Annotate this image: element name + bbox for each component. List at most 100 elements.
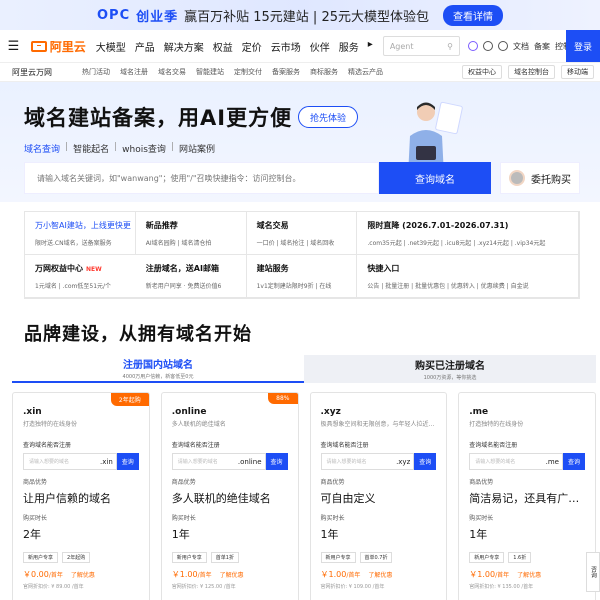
card-more-link[interactable]: 了解优惠: [220, 572, 244, 579]
subnav-link-trade[interactable]: 域名交易: [158, 67, 186, 77]
subnav-brand[interactable]: 阿里云万网: [12, 67, 82, 78]
tab-register-domain[interactable]: 注册国内站域名 4000万用户信赖，新客低至0元: [12, 355, 304, 383]
link-domain-query[interactable]: 域名查询: [24, 142, 60, 155]
card-tag[interactable]: 新用户专享: [320, 552, 356, 563]
grid-cell-site-service[interactable]: 建站服务 1v1定制建站限时9折 | 在线: [246, 255, 358, 298]
card-tag[interactable]: 首单1折: [210, 552, 239, 563]
card-query-button[interactable]: 查询: [116, 453, 139, 470]
nav-search-input[interactable]: Agent ⚲: [382, 36, 460, 56]
card-query-button[interactable]: 查询: [414, 453, 437, 470]
query-domain-button[interactable]: 查询域名: [379, 162, 491, 194]
card-more-link[interactable]: 了解优惠: [71, 572, 95, 579]
card-domain-input[interactable]: 请输入想要的域名 .me: [469, 453, 563, 470]
grid-cell-sub: AI域名园购 | 域名清仓拍: [145, 240, 212, 247]
login-button[interactable]: 登录: [566, 30, 600, 62]
nav-item-products[interactable]: 产品: [135, 39, 155, 54]
card-suffix: .me: [545, 457, 559, 466]
nav-more-icon[interactable]: ▸: [368, 39, 373, 54]
nav-item-pricing[interactable]: 定价: [242, 39, 262, 54]
grid-cell-price-drop[interactable]: 限时直降 (2026.7.01-2026.07.31) .com35元起 | .…: [357, 212, 579, 255]
card-dur: 1年: [320, 528, 339, 541]
nav-item-models[interactable]: 大模型: [96, 39, 126, 54]
logo-text: 阿里云: [49, 39, 86, 54]
card-more-link[interactable]: 了解优惠: [368, 572, 392, 579]
card-domain-input[interactable]: 请输入想要的域名 .xyz: [320, 453, 415, 470]
promo-banner[interactable]: OPC 创业季 赢百万补贴 15元建站 | 25元大模型体验包 查看详情: [0, 0, 600, 30]
card-tag[interactable]: 新用户专享: [23, 552, 59, 563]
domain-search-input[interactable]: 请输入域名关键词，如"wanwang"；使用"/"召唤快捷指令：访问控制台。: [24, 162, 379, 194]
tab-buy-registered[interactable]: 购买已注册域名 1000万资源，等你挑选: [304, 355, 596, 383]
card-query-button[interactable]: 查询: [265, 453, 288, 470]
domain-cards: 2年起购 .xin 打造独特的在线身份 查询域名能否注册 请输入想要的域名 .xi…: [12, 392, 596, 600]
card-tags: 新用户专享 2年起购: [23, 552, 139, 563]
consult-float-button[interactable]: 咨询: [586, 552, 600, 592]
domain-search-row: 请输入域名关键词，如"wanwang"；使用"/"召唤快捷指令：访问控制台。 查…: [24, 162, 580, 194]
subnav-link-register[interactable]: 域名注册: [120, 67, 148, 77]
nav-item-solutions[interactable]: 解决方案: [164, 39, 204, 54]
domain-card-xyz: .xyz 极具想象空间和无限创意，与年轻人拉近距离 查询域名能否注册 请输入想要…: [309, 392, 448, 600]
link-smart-naming[interactable]: 智能起名: [73, 142, 109, 155]
card-suffix: .online: [237, 457, 262, 466]
nav-items: 大模型 产品 解决方案 权益 定价 云市场 伙伴 服务 ▸: [96, 39, 373, 54]
benefits-center-button[interactable]: 权益中心: [462, 65, 502, 79]
card-adv-label: 商品优势: [171, 479, 196, 486]
card-query-row: 请输入想要的域名 .me 查询: [469, 453, 585, 470]
nav-item-marketplace[interactable]: 云市场: [271, 39, 301, 54]
card-dur-label: 购买时长: [469, 515, 494, 522]
card-more-link[interactable]: 了解优惠: [517, 572, 541, 579]
card-adv: 可自由定义: [320, 492, 376, 505]
grid-cell-title: 注册域名，送AI邮箱: [145, 264, 219, 273]
search-icon[interactable]: ⚲: [447, 42, 453, 51]
cart-icon[interactable]: [498, 41, 508, 51]
card-tag[interactable]: 新用户专享: [469, 552, 505, 563]
nav-icp[interactable]: 备案: [534, 41, 550, 52]
menu-icon[interactable]: ☰: [4, 39, 23, 54]
nav-item-benefits[interactable]: 权益: [213, 39, 233, 54]
ai-assistant-icon[interactable]: [468, 41, 478, 51]
aliyun-logo[interactable]: 阿里云: [30, 38, 86, 55]
card-query-row: 请输入想要的域名 .xin 查询: [23, 453, 139, 470]
nav-item-services[interactable]: 服务: [339, 39, 359, 54]
nav-docs[interactable]: 文档: [513, 41, 529, 52]
grid-cell-new-products[interactable]: 新品推荐 AI域名园购 | 域名清仓拍: [135, 212, 247, 255]
card-tag[interactable]: 首单0.7折: [359, 552, 393, 563]
card-tag[interactable]: 1.6折: [508, 552, 532, 563]
card-domain-input[interactable]: 请输入想要的域名 .online: [171, 453, 266, 470]
subnav-link-trademark[interactable]: 商标服务: [310, 67, 338, 77]
card-tag[interactable]: 新用户专享: [171, 552, 207, 563]
grid-cell-benefits[interactable]: 万网权益中心 NEW 1元域名 | .com低至51元/个: [25, 255, 136, 298]
card-domain-input[interactable]: 请输入想要的域名 .xin: [23, 453, 117, 470]
nav-item-partners[interactable]: 伙伴: [310, 39, 330, 54]
grid-cell-quick-entry[interactable]: 快捷入口 公告 | 批量注册 | 批量优惠包 | 优惠转入 | 优惠续费 | 自…: [357, 255, 579, 298]
card-query-button[interactable]: 查询: [563, 453, 585, 470]
card-suffix: .xin: [100, 457, 113, 466]
grid-cell-ai-site[interactable]: 万小智AI建站，上线更快更 限时送.CN域名，送备案服务: [25, 212, 136, 255]
grid-cell-domain-trade[interactable]: 域名交易 一口价 | 域名抢注 | 域名回收: [246, 212, 358, 255]
card-adv: 让用户信赖的域名: [23, 492, 111, 505]
domain-card-online: 88% .online 多人联机的绝佳域名 查询域名能否注册 请输入想要的域名.…: [160, 392, 299, 600]
subnav-link-custom[interactable]: 定制交付: [234, 67, 262, 77]
sub-navigation: 阿里云万网 热门活动 域名注册 域名交易 智能建站 定制交付 备案服务 商标服务…: [0, 62, 600, 82]
subnav-link-icp[interactable]: 备案服务: [272, 67, 300, 77]
hero-title: 域名建站备案，用AI更方便: [24, 106, 293, 130]
grid-cell-title: 域名交易: [256, 221, 289, 230]
subnav-link-sitebuilder[interactable]: 智能建站: [196, 67, 224, 77]
link-whois[interactable]: whois查询: [122, 142, 166, 155]
grid-cell-ai-mail[interactable]: 注册域名，送AI邮箱 新老用户同享 · 免费送价值6: [135, 255, 247, 298]
service-icon[interactable]: [483, 41, 493, 51]
grid-cell-title: 新品推荐: [145, 221, 178, 230]
banner-cta-button[interactable]: 查看详情: [443, 4, 503, 26]
grid-cell-title: 建站服务: [256, 264, 289, 273]
trial-button[interactable]: 抢先体验: [298, 106, 358, 128]
card-dur: 2年: [23, 528, 41, 541]
agent-purchase-button[interactable]: 委托购买: [500, 162, 580, 194]
logo-mark-icon: [30, 40, 47, 52]
subnav-link-hot[interactable]: 热门活动: [82, 67, 110, 77]
tab-sub: 1000万资源，等你挑选: [423, 375, 477, 381]
domain-console-button[interactable]: 域名控制台: [508, 65, 555, 79]
link-cases[interactable]: 网站案例: [179, 142, 215, 155]
card-tag[interactable]: 2年起购: [62, 552, 91, 563]
subnav-link-cloud[interactable]: 精选云产品: [348, 67, 383, 77]
tab-label: 购买已注册域名: [415, 361, 485, 372]
mobile-button[interactable]: 移动端: [561, 65, 594, 79]
